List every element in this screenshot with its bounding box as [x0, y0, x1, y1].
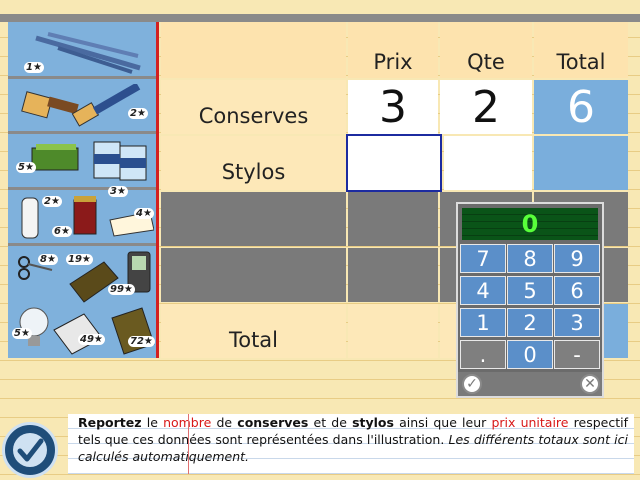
illustration-panel: 1★ 2★ 5★ 3★ 2★ 6★ 4★ 8★ 19★ 99★ 5★ 49★ 7…	[8, 22, 159, 358]
illustration-separator	[8, 131, 156, 134]
pens-icon	[35, 32, 141, 74]
key-3[interactable]: 3	[554, 308, 600, 337]
total-prix-cell	[348, 304, 438, 358]
conserves-qte-cell[interactable]: 2	[440, 80, 532, 134]
instruction-highlight: prix unitaire	[491, 415, 569, 430]
item-price-badge: 72★	[128, 336, 155, 347]
item-price-badge: 6★	[52, 226, 72, 237]
disabled-row-label	[161, 248, 346, 302]
numeric-keypad: 0 7 8 9 4 5 6 1 2 3 . 0 - ✓ ✕	[456, 202, 604, 398]
key-minus[interactable]: -	[554, 340, 600, 369]
instruction-text: de	[211, 415, 238, 430]
row-label-conserves: Conserves	[161, 80, 346, 134]
close-circle-icon[interactable]: ✕	[580, 374, 600, 394]
item-price-badge: 19★	[66, 254, 93, 265]
instruction-word: stylos	[352, 415, 394, 430]
keypad-display: 0	[462, 208, 598, 240]
stylos-qte-cell[interactable]	[444, 136, 532, 190]
paintbrush-icon	[21, 84, 141, 127]
conserves-total-cell: 6	[534, 80, 628, 134]
milk-jam-cheese-icon	[21, 196, 154, 239]
illustration-separator	[8, 76, 156, 79]
item-price-badge: 8★	[38, 254, 58, 265]
row-label-stylos: Stylos	[161, 136, 346, 190]
key-7[interactable]: 7	[460, 244, 506, 273]
key-decimal[interactable]: .	[460, 340, 506, 369]
item-price-badge: 2★	[42, 196, 62, 207]
header-prix: Prix	[348, 22, 438, 78]
instruction-text: ainsi que leur	[393, 415, 492, 430]
key-6[interactable]: 6	[554, 276, 600, 305]
row-label-total: Total	[161, 304, 346, 358]
stylos-prix-cell[interactable]	[346, 134, 442, 192]
conserves-prix-cell[interactable]: 3	[348, 80, 438, 134]
item-price-badge: 4★	[134, 208, 154, 219]
instruction-word: conserves	[237, 415, 309, 430]
key-9[interactable]: 9	[554, 244, 600, 273]
key-8[interactable]: 8	[507, 244, 553, 273]
item-price-badge: 1★	[24, 62, 44, 73]
item-price-badge: 99★	[108, 284, 135, 295]
disabled-row-label	[161, 192, 346, 246]
instruction-word: Reportez	[78, 415, 142, 430]
instruction-text: le	[141, 415, 164, 430]
item-price-badge: 49★	[78, 334, 105, 345]
butter-and-cans-icon	[31, 141, 147, 181]
disabled-cell	[348, 192, 438, 246]
header-total: Total	[534, 22, 628, 78]
item-price-badge: 5★	[16, 162, 36, 173]
key-4[interactable]: 4	[460, 276, 506, 305]
stylos-total-cell	[534, 136, 628, 190]
validate-button[interactable]	[2, 422, 58, 478]
key-2[interactable]: 2	[507, 308, 553, 337]
margin-line	[188, 414, 189, 474]
item-price-badge: 5★	[12, 328, 32, 339]
item-price-badge: 2★	[128, 108, 148, 119]
check-circle-icon[interactable]: ✓	[462, 374, 482, 394]
checkmark-icon	[13, 433, 47, 467]
top-rule	[0, 14, 640, 22]
key-0[interactable]: 0	[507, 340, 553, 369]
disabled-cell	[348, 248, 438, 302]
header-qte: Qte	[440, 22, 532, 78]
header-blank	[161, 22, 346, 78]
key-5[interactable]: 5	[507, 276, 553, 305]
instruction-panel: Reportez le nombre de conserves et de st…	[68, 414, 634, 474]
key-1[interactable]: 1	[460, 308, 506, 337]
instruction-text: et de	[308, 415, 353, 430]
